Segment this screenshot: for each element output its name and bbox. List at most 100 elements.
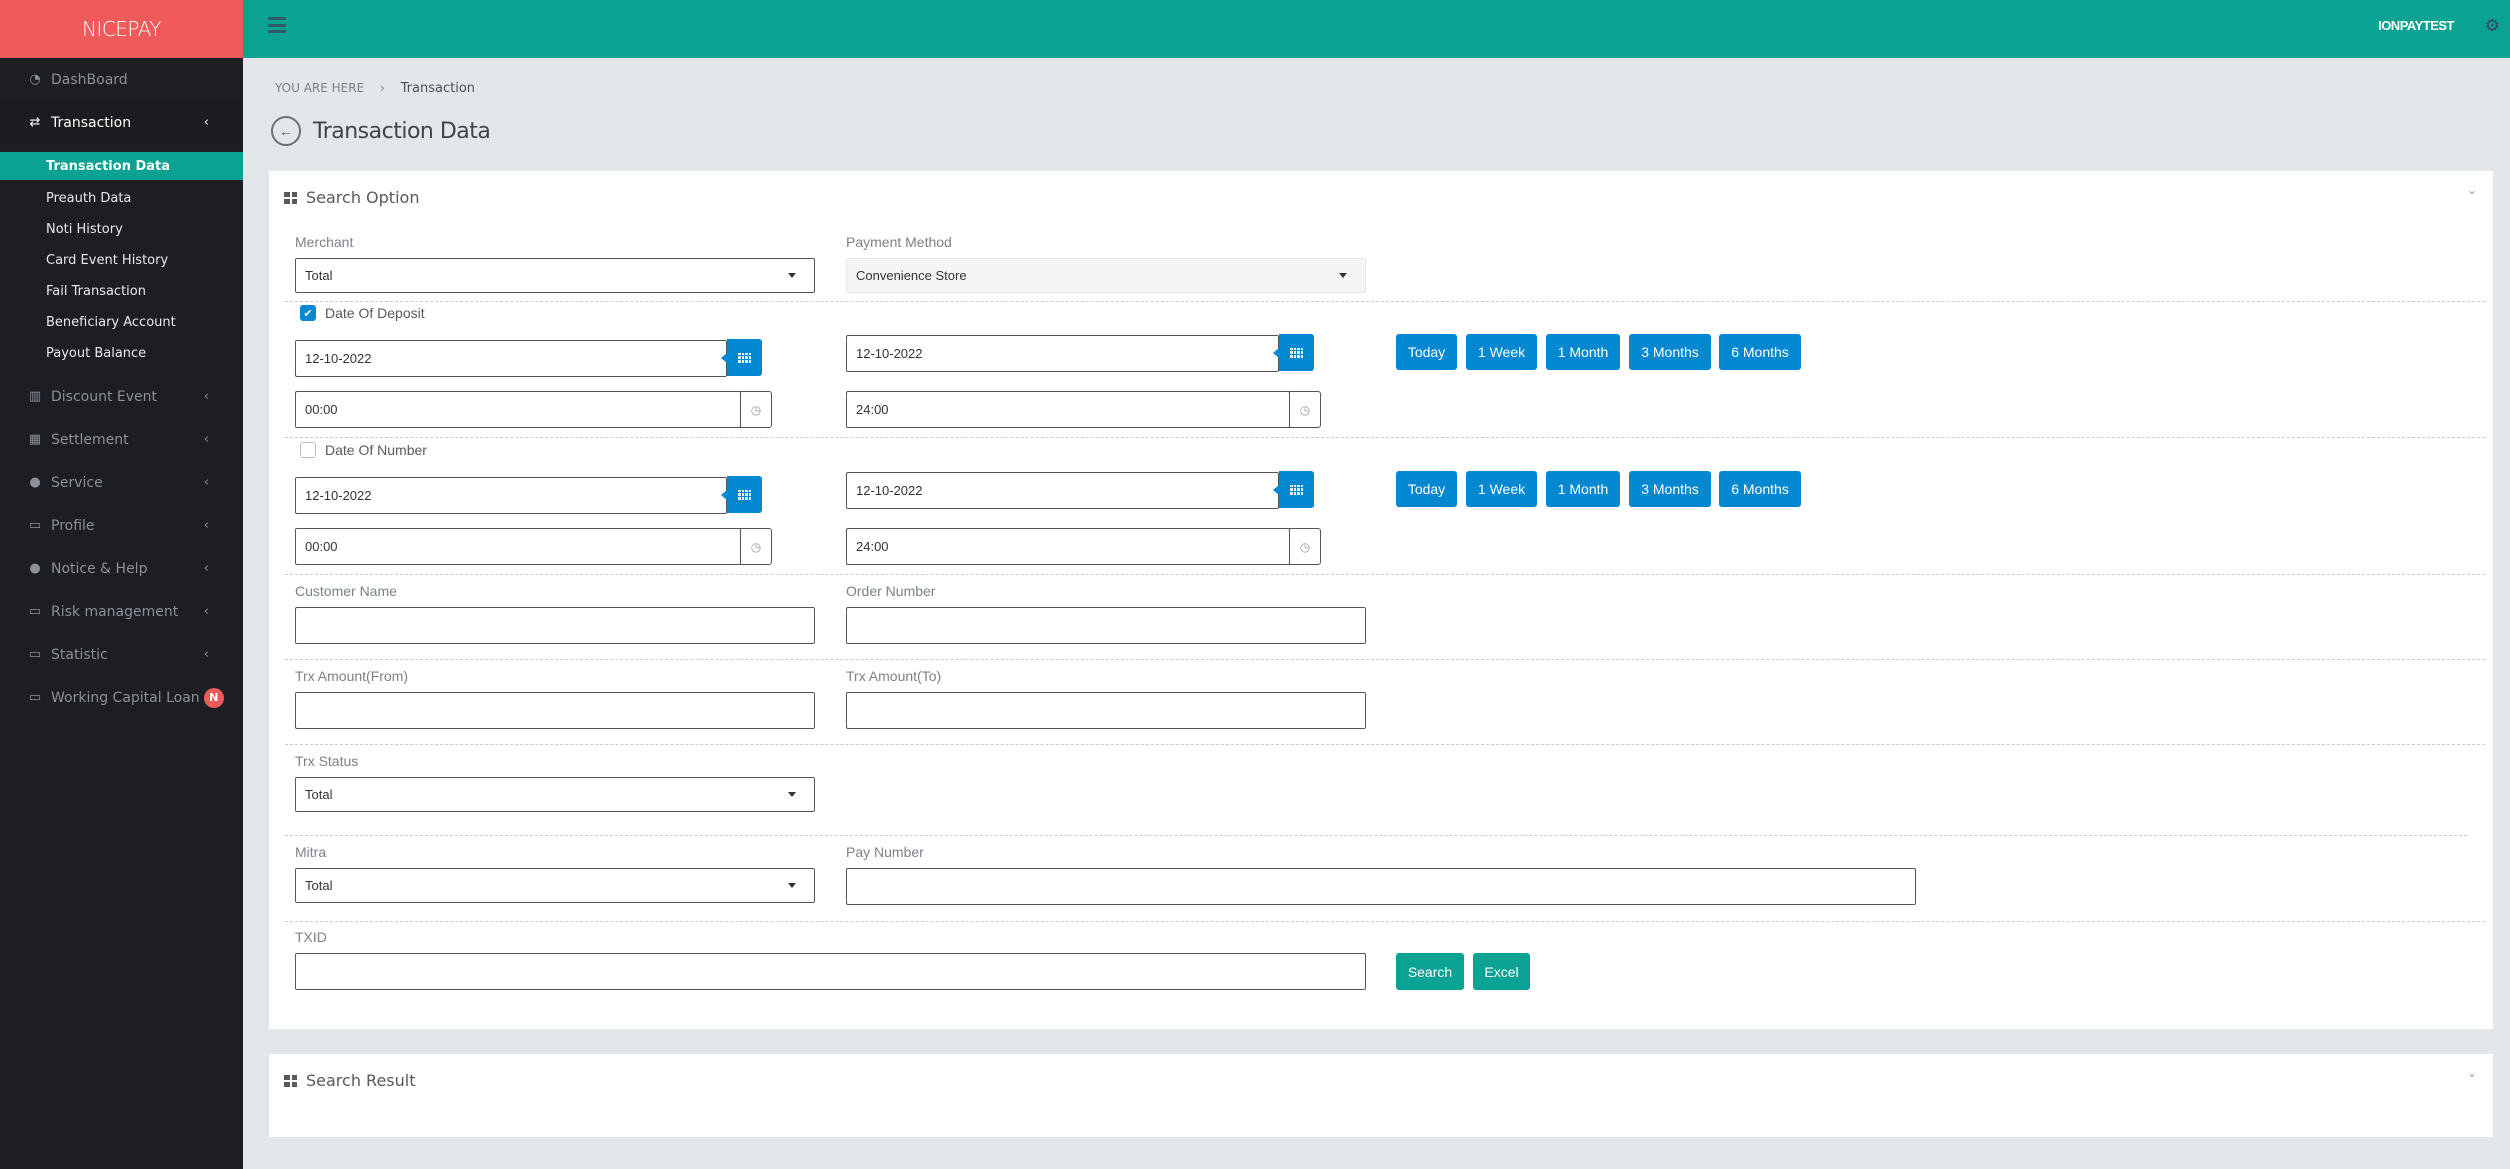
chevron-left-icon: ‹ (203, 647, 209, 662)
order-number-input[interactable] (846, 607, 1366, 644)
txid-input[interactable] (295, 953, 1366, 990)
sidebar-item-profile[interactable]: ▭ Profile ‹ (0, 504, 243, 547)
trx-amount-from-input[interactable] (295, 692, 815, 729)
sidebar-subitem-payout-balance[interactable]: Payout Balance (0, 338, 243, 369)
today-button[interactable]: Today (1396, 471, 1457, 507)
sidebar-subitem-beneficiary-account[interactable]: Beneficiary Account (0, 307, 243, 338)
calendar-icon[interactable] (721, 339, 762, 376)
three-months-button[interactable]: 3 Months (1629, 334, 1711, 370)
deposit-from-date-value: 12-10-2022 (305, 351, 372, 366)
deposit-to-time-input[interactable]: 24:00 (846, 391, 1290, 428)
user-name[interactable]: IONPAYTEST (2378, 18, 2454, 33)
chevron-down-icon[interactable]: ⌄ (2467, 1066, 2477, 1080)
sidebar-subitem-preauth-data[interactable]: Preauth Data (0, 183, 243, 214)
one-month-button[interactable]: 1 Month (1546, 334, 1620, 370)
one-week-button[interactable]: 1 Week (1466, 471, 1537, 507)
divider (285, 574, 2485, 575)
number-to-date-value: 12-10-2022 (856, 483, 923, 498)
sidebar-subitem-transaction-data[interactable]: Transaction Data (0, 152, 243, 180)
calendar-icon[interactable] (721, 476, 762, 513)
sidebar-subitem-card-event-history[interactable]: Card Event History (0, 245, 243, 276)
divider (285, 921, 2485, 922)
pay-number-input[interactable] (846, 868, 1916, 905)
deposit-to-date-input[interactable]: 12-10-2022 (846, 335, 1279, 372)
clock-icon[interactable]: ◷ (740, 391, 772, 428)
merchant-select[interactable]: Total (295, 258, 815, 293)
clock-icon[interactable]: ◷ (1289, 528, 1321, 565)
payment-method-label: Payment Method (846, 234, 952, 250)
sidebar-item-notice-help[interactable]: ● Notice & Help ‹ (0, 547, 243, 590)
sidebar-item-label: Discount Event (51, 388, 158, 405)
search-option-panel: Search Option ⌄ Merchant Total Payment M… (269, 171, 2493, 1029)
trx-amount-to-input[interactable] (846, 692, 1366, 729)
excel-button[interactable]: Excel (1473, 953, 1530, 990)
menu-toggle-icon[interactable] (268, 17, 286, 33)
clock-icon[interactable]: ◷ (1289, 391, 1321, 428)
pay-number-label: Pay Number (846, 844, 924, 860)
number-from-date-input[interactable]: 12-10-2022 (295, 477, 727, 514)
trx-status-value: Total (305, 787, 333, 802)
mitra-label: Mitra (295, 844, 327, 860)
deposit-from-date-input[interactable]: 12-10-2022 (295, 340, 727, 377)
six-months-button[interactable]: 6 Months (1719, 471, 1801, 507)
sidebar-subitem-noti-history[interactable]: Noti History (0, 214, 243, 245)
sidebar-item-service[interactable]: ● Service ‹ (0, 461, 243, 504)
top-header: IONPAYTEST ⚙ (243, 0, 2510, 58)
sidebar-item-label: Service (51, 474, 103, 491)
sidebar-item-label: Risk management (51, 603, 179, 620)
deposit-to-date-value: 12-10-2022 (856, 346, 923, 361)
sidebar-item-label: Statistic (51, 646, 108, 663)
mitra-select[interactable]: Total (295, 868, 815, 903)
payment-method-select[interactable]: Convenience Store (846, 258, 1366, 293)
trx-status-label: Trx Status (295, 753, 359, 769)
divider (285, 835, 2467, 836)
sidebar-item-transaction[interactable]: ⇄ Transaction ‹ (0, 101, 243, 144)
exchange-icon: ⇄ (29, 115, 41, 130)
calendar-icon: ▦ (28, 432, 42, 447)
one-week-button[interactable]: 1 Week (1466, 334, 1537, 370)
breadcrumb-current[interactable]: Transaction (401, 81, 475, 96)
number-from-time-input[interactable]: 00:00 (295, 528, 741, 565)
trx-status-select[interactable]: Total (295, 777, 815, 812)
sidebar-item-settlement[interactable]: ▦ Settlement ‹ (0, 418, 243, 461)
number-to-time-input[interactable]: 24:00 (846, 528, 1290, 565)
panel-header: Search Option (284, 188, 419, 207)
date-of-deposit-label: Date Of Deposit (325, 305, 425, 321)
sidebar-item-statistic[interactable]: ▭ Statistic ‹ (0, 633, 243, 676)
sidebar-item-dashboard[interactable]: ◔ DashBoard (0, 58, 243, 101)
sidebar-item-label: Working Capital Loan (51, 689, 200, 706)
number-to-date-input[interactable]: 12-10-2022 (846, 472, 1279, 509)
date-of-number-checkbox[interactable] (300, 442, 316, 458)
panel-title: Search Option (306, 188, 420, 207)
chevron-left-icon: ‹ (203, 389, 209, 404)
number-from-date-value: 12-10-2022 (305, 488, 372, 503)
date-of-deposit-checkbox[interactable]: ✔ (300, 305, 316, 321)
customer-name-label: Customer Name (295, 583, 397, 599)
search-result-panel: Search Result ⌄ (269, 1054, 2493, 1137)
sidebar-item-discount-event[interactable]: ▥ Discount Event ‹ (0, 375, 243, 418)
three-months-button[interactable]: 3 Months (1629, 471, 1711, 507)
merchant-label: Merchant (295, 234, 354, 250)
today-button[interactable]: Today (1396, 334, 1457, 370)
six-months-button[interactable]: 6 Months (1719, 334, 1801, 370)
sidebar-subitem-fail-transaction[interactable]: Fail Transaction (0, 276, 243, 307)
caret-down-icon (788, 273, 796, 278)
calendar-icon[interactable] (1273, 334, 1314, 371)
clock-icon[interactable]: ◷ (740, 528, 772, 565)
deposit-from-time-input[interactable]: 00:00 (295, 391, 741, 428)
customer-name-input[interactable] (295, 607, 815, 644)
deposit-from-time-value: 00:00 (305, 402, 338, 417)
search-button[interactable]: Search (1396, 953, 1464, 990)
brand-logo[interactable]: NICEPAY (0, 0, 243, 58)
chevron-left-icon: ‹ (203, 475, 209, 490)
chevron-down-icon[interactable]: ⌄ (2467, 183, 2477, 197)
sidebar: NICEPAY ◔ DashBoard ⇄ Transaction ‹ Tran… (0, 0, 243, 1169)
gear-icon[interactable]: ⚙ (2485, 16, 2500, 36)
one-month-button[interactable]: 1 Month (1546, 471, 1620, 507)
calendar-icon[interactable] (1273, 471, 1314, 508)
back-arrow-icon[interactable]: ← (271, 116, 301, 146)
divider (285, 437, 2485, 438)
sidebar-item-risk-management[interactable]: ▭ Risk management ‹ (0, 590, 243, 633)
sidebar-item-working-capital-loan[interactable]: ▭ Working Capital Loan N (0, 676, 243, 719)
chevron-left-icon: ‹ (203, 518, 209, 533)
